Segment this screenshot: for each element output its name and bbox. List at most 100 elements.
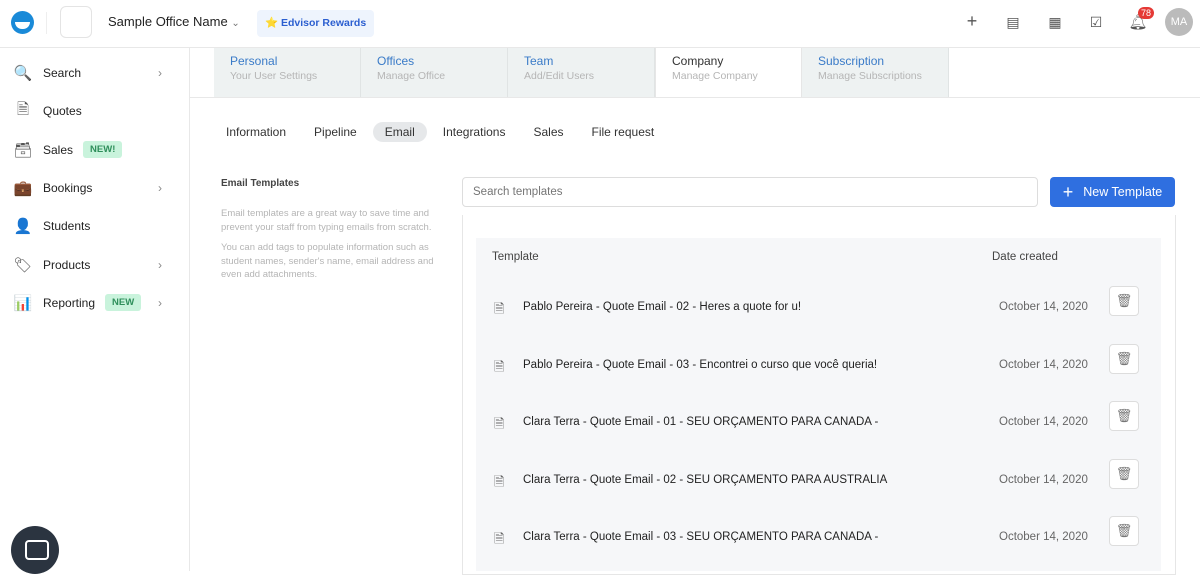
column-header-date: Date created bbox=[992, 251, 1058, 263]
sidebar: 🔍 Search › 🗎 Quotes 🗃 Sales NEW! 💼 Booki… bbox=[0, 48, 190, 571]
chevron-right-icon: › bbox=[158, 180, 162, 195]
document-icon: 🗎 bbox=[494, 473, 505, 489]
template-name[interactable]: Clara Terra - Quote Email - 02 - SEU ORÇ… bbox=[523, 474, 887, 486]
subtab-sales[interactable]: Sales bbox=[521, 122, 575, 142]
section-description: Email templates are a great way to save … bbox=[221, 208, 432, 233]
sidebar-item-label: Products bbox=[43, 257, 91, 272]
sidebar-item-quotes[interactable]: 🗎 Quotes bbox=[0, 96, 190, 126]
app-logo[interactable] bbox=[11, 11, 34, 34]
sidebar-item-bookings[interactable]: 💼 Bookings › bbox=[0, 173, 190, 203]
trash-icon[interactable]: 🗑 bbox=[1109, 516, 1139, 546]
settings-tabs: Personal Your User Settings Offices Manage … bbox=[214, 48, 949, 98]
subtab-integrations[interactable]: Integrations bbox=[431, 122, 518, 142]
tab-personal[interactable]: Personal Your User Settings bbox=[214, 48, 361, 98]
quotes-icon: 🗎 bbox=[16, 100, 30, 118]
search-input[interactable] bbox=[462, 177, 1038, 207]
chevron-right-icon: › bbox=[158, 66, 162, 80]
section-description-tags: You can add tags to populate information… bbox=[221, 242, 434, 280]
subtab-information[interactable]: Information bbox=[214, 122, 298, 142]
sidebar-item-label: Students bbox=[43, 219, 91, 234]
tab-subtitle: Manage Office bbox=[377, 70, 446, 82]
sidebar-item-students[interactable]: 👤 Students bbox=[0, 211, 190, 241]
store-icon[interactable]: ▤ bbox=[1001, 14, 1025, 31]
sidebar-item-products[interactable]: 🏷 Products › bbox=[0, 250, 190, 280]
sidebar-item-label: Sales bbox=[43, 142, 74, 157]
tab-subtitle: Manage Company bbox=[672, 70, 758, 82]
new-badge: NEW bbox=[105, 294, 142, 312]
plus-icon: + bbox=[1062, 181, 1074, 202]
tab-title: Personal bbox=[230, 54, 278, 68]
table-row[interactable]: 🗎 Pablo Pereira - Quote Email - 02 - Her… bbox=[476, 286, 1161, 343]
sidebar-item-label: Quotes bbox=[43, 104, 82, 119]
office-selector[interactable]: Sample Office Name ⌄ bbox=[108, 14, 240, 29]
tab-title: Offices bbox=[377, 54, 415, 68]
new-template-button[interactable]: + New Template bbox=[1050, 177, 1175, 207]
trash-icon[interactable]: 🗑 bbox=[1109, 458, 1139, 489]
sidebar-item-label: Search bbox=[43, 66, 82, 80]
subtab-pipeline[interactable]: Pipeline bbox=[302, 122, 369, 142]
chevron-right-icon: › bbox=[158, 257, 162, 272]
date-created: October 14, 2020 bbox=[999, 531, 1088, 543]
sales-icon: 🗃 bbox=[13, 141, 33, 159]
column-header-template: Template bbox=[492, 251, 539, 263]
reporting-icon: 📊 bbox=[13, 294, 33, 312]
table-row[interactable]: 🗎 Clara Terra - Quote Email - 02 - SEU O… bbox=[476, 458, 1161, 516]
subtab-file-request[interactable]: File request bbox=[580, 122, 667, 142]
date-created: October 14, 2020 bbox=[999, 416, 1088, 428]
date-created: October 14, 2020 bbox=[999, 358, 1088, 371]
document-icon: 🗎 bbox=[494, 301, 505, 316]
clipboard-icon[interactable]: ☑ bbox=[1084, 14, 1108, 31]
date-created: October 14, 2020 bbox=[999, 473, 1088, 486]
subtab-email[interactable]: Email bbox=[372, 122, 427, 142]
template-name[interactable]: Pablo Pereira - Quote Email - 02 - Heres… bbox=[523, 301, 801, 313]
tab-company[interactable]: Company Manage Company bbox=[655, 48, 802, 98]
sidebar-item-label: Reporting bbox=[43, 295, 96, 310]
tab-offices[interactable]: Offices Manage Office bbox=[361, 48, 508, 98]
divider bbox=[46, 12, 47, 34]
section-heading: Email Templates bbox=[221, 178, 300, 189]
template-name[interactable]: Clara Terra - Quote Email - 03 - SEU ORÇ… bbox=[523, 531, 878, 543]
plus-icon[interactable]: + bbox=[960, 11, 984, 32]
tab-title: Company bbox=[672, 54, 724, 68]
template-name[interactable]: Clara Terra - Quote Email - 01 - SEU ORÇ… bbox=[523, 416, 878, 428]
divider bbox=[190, 97, 1200, 98]
tab-title: Subscription bbox=[818, 54, 885, 68]
sidebar-item-sales[interactable]: 🗃 Sales NEW! bbox=[0, 135, 190, 165]
tab-team[interactable]: Team Add/Edit Users bbox=[508, 48, 655, 98]
document-icon: 🗎 bbox=[494, 416, 505, 431]
table-row[interactable]: 🗎 Clara Terra - Quote Email - 01 - SEU O… bbox=[476, 401, 1161, 458]
chevron-right-icon: › bbox=[158, 295, 162, 310]
trash-icon[interactable]: 🗑 bbox=[1109, 343, 1139, 374]
top-bar: Sample Office Name ⌄ ⭐ Edvisor Rewards +… bbox=[0, 0, 1200, 48]
office-logo[interactable] bbox=[60, 6, 92, 38]
avatar[interactable]: MA bbox=[1165, 8, 1193, 36]
table-row[interactable]: 🗎 Pablo Pereira - Quote Email - 03 - Enc… bbox=[476, 343, 1161, 401]
products-icon: 🏷 bbox=[13, 256, 33, 274]
tab-subscription[interactable]: Subscription Manage Subscriptions bbox=[802, 48, 949, 98]
chevron-down-icon: ⌄ bbox=[231, 18, 240, 29]
template-name[interactable]: Pablo Pereira - Quote Email - 03 - Encon… bbox=[523, 359, 877, 371]
sidebar-item-reporting[interactable]: 📊 Reporting NEW › bbox=[0, 288, 190, 318]
search-icon: 🔍 bbox=[13, 65, 33, 82]
calendar-icon[interactable]: ▦ bbox=[1043, 14, 1067, 31]
chat-icon[interactable] bbox=[11, 526, 59, 574]
subtabs: Information Pipeline Email Integrations Sale… bbox=[214, 122, 666, 142]
students-icon: 👤 bbox=[13, 218, 33, 236]
tab-subtitle: Add/Edit Users bbox=[524, 70, 595, 82]
trash-icon[interactable]: 🗑 bbox=[1109, 286, 1139, 316]
office-name: Sample Office Name bbox=[108, 14, 228, 29]
rewards-button[interactable]: ⭐ Edvisor Rewards bbox=[257, 10, 375, 37]
document-icon: 🗎 bbox=[494, 358, 505, 374]
notification-badge: 78 bbox=[1138, 7, 1155, 19]
tab-title: Team bbox=[524, 54, 554, 68]
tab-subtitle: Your User Settings bbox=[230, 70, 318, 82]
trash-icon[interactable]: 🗑 bbox=[1109, 401, 1139, 431]
document-icon: 🗎 bbox=[494, 531, 505, 546]
table-row[interactable]: 🗎 Clara Terra - Quote Email - 03 - SEU O… bbox=[476, 516, 1161, 573]
sidebar-item-label: Bookings bbox=[43, 180, 93, 195]
new-badge: NEW! bbox=[83, 141, 123, 159]
new-template-label: New Template bbox=[1083, 185, 1163, 199]
tab-subtitle: Manage Subscriptions bbox=[818, 70, 922, 82]
sidebar-item-search[interactable]: 🔍 Search › bbox=[0, 58, 190, 88]
bookings-icon: 💼 bbox=[13, 179, 33, 197]
